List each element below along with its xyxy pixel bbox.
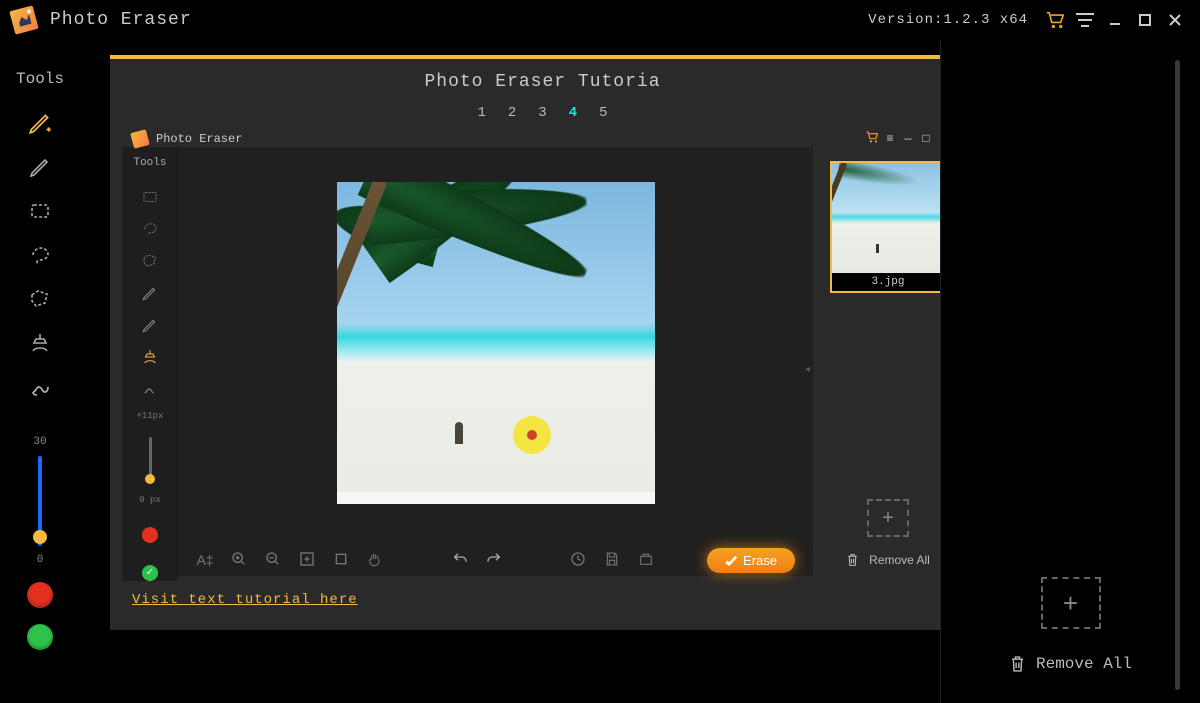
clone-stamp-tool[interactable] (25, 328, 55, 358)
app-title: Photo Eraser (50, 10, 192, 30)
preview-tools-sidebar: Tools +11px 0 px ✓ (122, 147, 178, 581)
marquee-tool[interactable] (25, 196, 55, 226)
hand-tool-icon[interactable] (366, 551, 384, 570)
remove-all-button[interactable]: Remove All (1009, 655, 1132, 673)
preview-lasso-tool[interactable] (140, 219, 160, 239)
pencil-plus-tool[interactable] (25, 108, 55, 138)
history-icon[interactable] (569, 551, 587, 570)
tutorial-title: Photo Eraser Tutoria (424, 72, 660, 92)
zoom-in-icon[interactable] (230, 551, 248, 570)
preview-titlebar: Photo Eraser ≡ — □ ✕ (122, 131, 963, 147)
redo-icon[interactable] (485, 551, 503, 570)
preview-image (337, 182, 655, 504)
close-button[interactable] (1162, 7, 1188, 33)
preview-remove-all-button[interactable]: Remove All (846, 553, 930, 567)
add-image-button[interactable]: + (1041, 577, 1101, 629)
version-label: Version:1.2.3 x64 (868, 12, 1028, 28)
right-sidebar: + Remove All (940, 40, 1200, 703)
preview-canvas[interactable] (178, 147, 813, 539)
preview-thumbnail-label: 3.jpg (832, 273, 944, 291)
tutorial-modal: Photo Eraser Tutoria ✕ 1 2 3 4 5 Photo E… (110, 55, 975, 630)
brush-size-min: 0 (37, 554, 44, 566)
lasso-tool[interactable] (25, 240, 55, 270)
preview-polygon-tool[interactable] (140, 251, 160, 271)
preview-bottom-toolbar: A‡ (178, 539, 813, 581)
person-in-image (455, 422, 463, 444)
preview-thumbnail[interactable]: 3.jpg (830, 161, 946, 293)
preview-add-image-button[interactable]: + (867, 499, 909, 537)
titlebar: Photo Eraser Version:1.2.3 x64 (0, 0, 1200, 40)
preview-collapse-icon[interactable]: ◂ (805, 364, 810, 375)
preview-swatch-green[interactable]: ✓ (142, 565, 158, 581)
color-swatch-red[interactable] (27, 582, 53, 608)
tutorial-steps: 1 2 3 4 5 (110, 105, 975, 121)
tools-sidebar: Tools 30 0 (0, 40, 80, 703)
preview-clone-stamp-tool[interactable] (140, 347, 160, 367)
cart-icon[interactable] (1042, 7, 1068, 33)
preview-logo-icon (130, 129, 150, 149)
undo-icon[interactable] (451, 551, 469, 570)
preview-smudge-tool[interactable] (140, 379, 160, 399)
tutorial-text-link[interactable]: Visit text tutorial here (132, 592, 358, 608)
tools-heading: Tools (16, 70, 64, 88)
preview-title: Photo Eraser (156, 132, 242, 146)
trash-icon (1009, 655, 1026, 673)
preview-cart-icon[interactable] (863, 131, 881, 147)
preview-slider-min: 0 px (139, 495, 161, 505)
right-scrollbar[interactable] (1175, 60, 1180, 690)
export-icon[interactable] (637, 551, 655, 570)
tutorial-step-3[interactable]: 3 (538, 105, 546, 121)
maximize-button[interactable] (1132, 7, 1158, 33)
preview-brush-slider[interactable] (149, 437, 152, 483)
erase-button[interactable]: Erase (707, 548, 795, 573)
polygon-tool[interactable] (25, 284, 55, 314)
tutorial-step-4[interactable]: 4 (569, 105, 577, 121)
preview-menu-icon[interactable]: ≡ (881, 132, 899, 146)
smudge-tool[interactable] (25, 372, 55, 402)
actual-size-icon[interactable] (332, 551, 350, 570)
preview-swatch-red[interactable] (142, 527, 158, 543)
cursor-highlight-icon (513, 416, 551, 454)
preview-minimize-button[interactable]: — (899, 132, 917, 146)
minimize-button[interactable] (1102, 7, 1128, 33)
main-panel: ▸ Photo Eraser Tutoria ✕ 1 2 3 4 5 Photo… (80, 40, 940, 703)
tutorial-preview: Photo Eraser ≡ — □ ✕ Tools (122, 131, 963, 576)
preview-pencil-plus-tool[interactable] (140, 283, 160, 303)
save-icon[interactable] (603, 551, 621, 570)
brush-size-max: 30 (33, 436, 46, 448)
brush-size-slider[interactable]: 30 0 (33, 436, 46, 566)
tutorial-step-5[interactable]: 5 (599, 105, 607, 121)
tutorial-step-2[interactable]: 2 (508, 105, 516, 121)
menu-icon[interactable] (1072, 7, 1098, 33)
preview-slider-max: +11px (136, 411, 163, 421)
preview-tools-heading: Tools (133, 157, 166, 169)
preview-maximize-button[interactable]: □ (917, 132, 935, 146)
preview-pencil-tool[interactable] (140, 315, 160, 335)
preview-marquee-tool[interactable] (140, 187, 160, 207)
app-logo-icon (9, 5, 38, 34)
trash-icon (846, 553, 859, 567)
fit-screen-icon[interactable] (298, 551, 316, 570)
tutorial-step-1[interactable]: 1 (477, 105, 485, 121)
zoom-out-icon[interactable] (264, 551, 282, 570)
pencil-tool[interactable] (25, 152, 55, 182)
text-size-icon[interactable]: A‡ (196, 552, 214, 568)
image-caption (337, 492, 655, 504)
color-swatch-green[interactable] (27, 624, 53, 650)
